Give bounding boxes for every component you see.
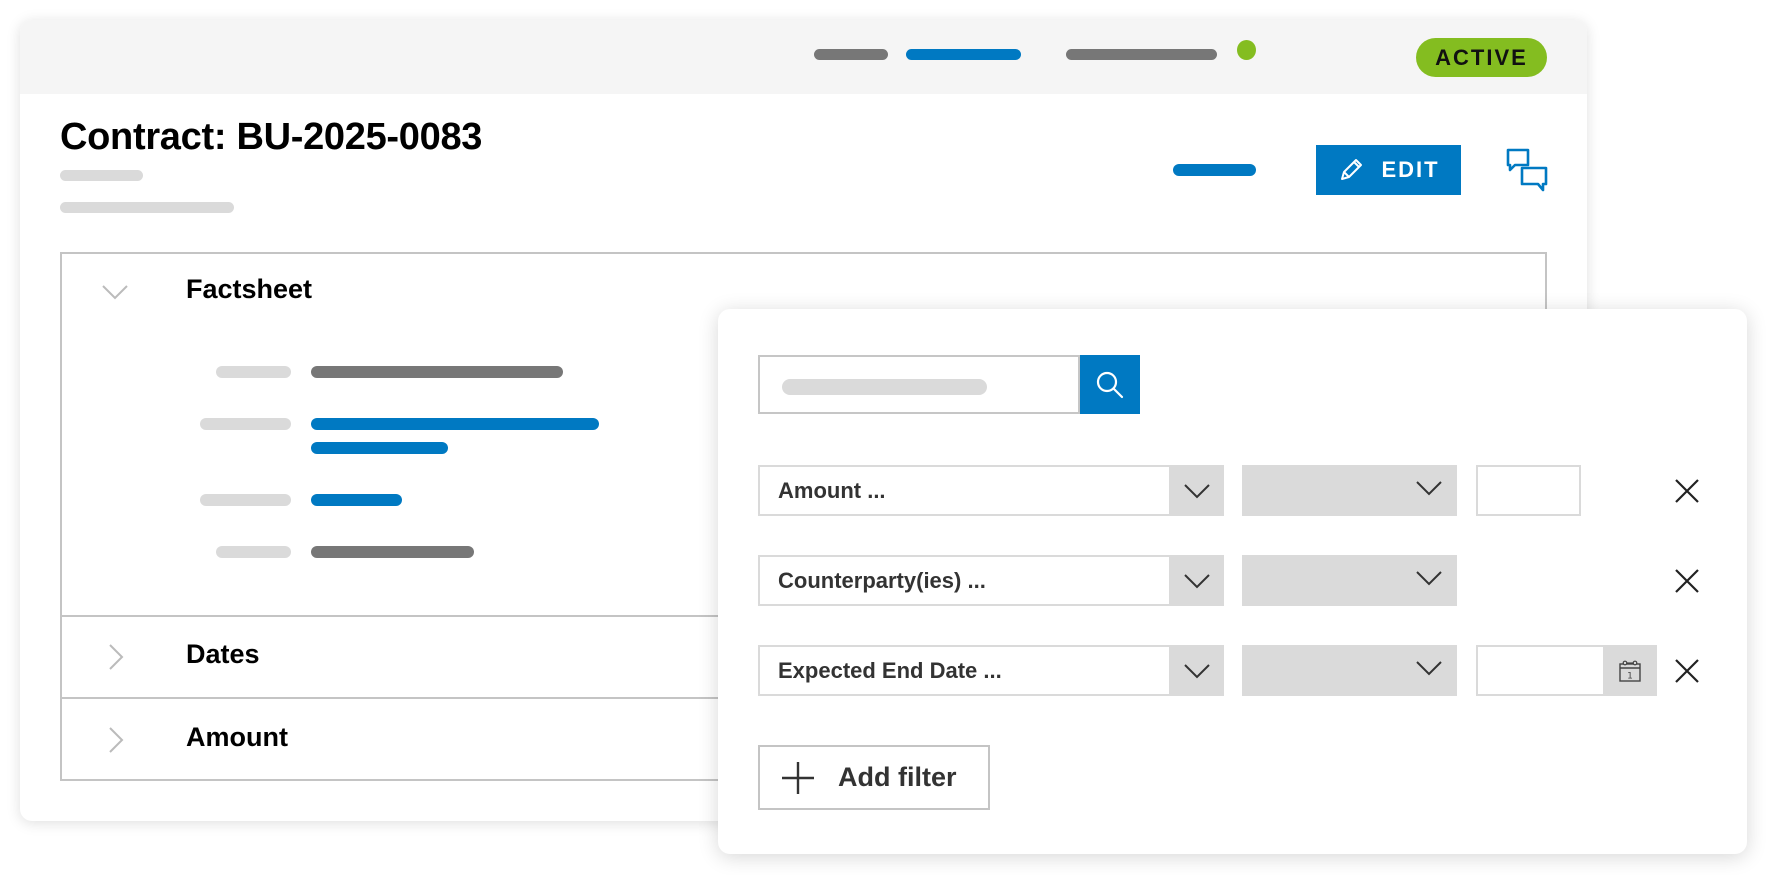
field-link-placeholder[interactable] bbox=[311, 418, 599, 430]
status-dot-icon bbox=[1237, 40, 1256, 60]
plus-icon bbox=[782, 761, 814, 794]
filter-field-label: Counterparty(ies) ... bbox=[778, 568, 986, 593]
accordion-title[interactable]: Factsheet bbox=[186, 274, 312, 305]
field-label-placeholder bbox=[200, 494, 291, 506]
close-icon bbox=[1675, 569, 1699, 593]
filter-popup: Amount ... Counterparty(ies) ... Expecte… bbox=[718, 309, 1747, 854]
chevron-down-icon bbox=[1183, 573, 1210, 588]
accordion-title[interactable]: Amount bbox=[186, 722, 288, 753]
action-link-placeholder[interactable] bbox=[1173, 164, 1256, 176]
filter-field-select[interactable]: Amount ... bbox=[758, 465, 1224, 516]
filter-row: Amount ... bbox=[758, 465, 1718, 516]
chevron-down-icon bbox=[1416, 661, 1442, 676]
edit-label: EDIT bbox=[1381, 157, 1440, 182]
chevron-down-icon bbox=[1416, 481, 1442, 496]
chevron-down-icon bbox=[1183, 483, 1210, 498]
close-icon bbox=[1675, 659, 1699, 683]
search-placeholder bbox=[782, 379, 987, 395]
search-button[interactable] bbox=[1080, 355, 1140, 414]
header-placeholder-text bbox=[1066, 49, 1217, 60]
calendar-icon: 1 bbox=[1619, 660, 1641, 682]
field-label-placeholder bbox=[216, 366, 291, 378]
subtitle-placeholder bbox=[60, 170, 143, 181]
field-value-placeholder bbox=[311, 546, 474, 558]
accordion-title[interactable]: Dates bbox=[186, 639, 260, 670]
comments-icon[interactable] bbox=[1506, 148, 1550, 192]
edit-button[interactable]: EDIT bbox=[1316, 145, 1461, 195]
field-link-placeholder[interactable] bbox=[311, 494, 402, 506]
dropdown-toggle[interactable] bbox=[1169, 645, 1224, 696]
search-icon bbox=[1096, 371, 1124, 398]
field-link-placeholder[interactable] bbox=[311, 442, 448, 454]
remove-filter-button[interactable] bbox=[1673, 477, 1701, 505]
calendar-day: 1 bbox=[1627, 671, 1633, 681]
chevron-right-icon[interactable] bbox=[100, 725, 130, 755]
dropdown-toggle[interactable] bbox=[1169, 555, 1224, 606]
filter-row: Counterparty(ies) ... bbox=[758, 555, 1718, 606]
field-label-placeholder bbox=[216, 546, 291, 558]
filter-field-select[interactable]: Counterparty(ies) ... bbox=[758, 555, 1224, 606]
page-title: Contract: BU-2025-0083 bbox=[60, 116, 483, 158]
status-badge: ACTIVE bbox=[1416, 38, 1547, 77]
filter-row: Expected End Date ... 1 bbox=[758, 645, 1718, 696]
search-input[interactable] bbox=[758, 355, 1080, 414]
filter-field-label: Amount ... bbox=[778, 478, 886, 503]
pencil-icon bbox=[1341, 159, 1363, 180]
close-icon bbox=[1675, 479, 1699, 503]
filter-operator-select[interactable] bbox=[1242, 555, 1457, 606]
chevron-down-icon bbox=[1416, 571, 1442, 586]
remove-filter-button[interactable] bbox=[1673, 567, 1701, 595]
add-filter-label: Add filter bbox=[838, 762, 957, 792]
card-header: ACTIVE bbox=[20, 20, 1587, 94]
chevron-right-icon[interactable] bbox=[100, 642, 130, 672]
filter-operator-select[interactable] bbox=[1242, 465, 1457, 516]
subtitle-placeholder bbox=[60, 202, 234, 213]
remove-filter-button[interactable] bbox=[1673, 657, 1701, 685]
date-picker-button[interactable]: 1 bbox=[1603, 645, 1657, 696]
filter-operator-select[interactable] bbox=[1242, 645, 1457, 696]
chevron-down-icon[interactable] bbox=[100, 276, 130, 306]
field-value-placeholder bbox=[311, 366, 563, 378]
filter-field-label: Expected End Date ... bbox=[778, 658, 1002, 683]
chevron-down-icon bbox=[1183, 663, 1210, 678]
field-label-placeholder bbox=[200, 418, 291, 430]
dropdown-toggle[interactable] bbox=[1169, 465, 1224, 516]
header-placeholder-text bbox=[814, 49, 888, 60]
filter-value-input[interactable] bbox=[1476, 465, 1581, 516]
filter-field-select[interactable]: Expected End Date ... bbox=[758, 645, 1224, 696]
header-link-placeholder[interactable] bbox=[906, 49, 1021, 60]
add-filter-button[interactable]: Add filter bbox=[758, 745, 990, 810]
filter-date-input[interactable]: 1 bbox=[1476, 645, 1657, 696]
